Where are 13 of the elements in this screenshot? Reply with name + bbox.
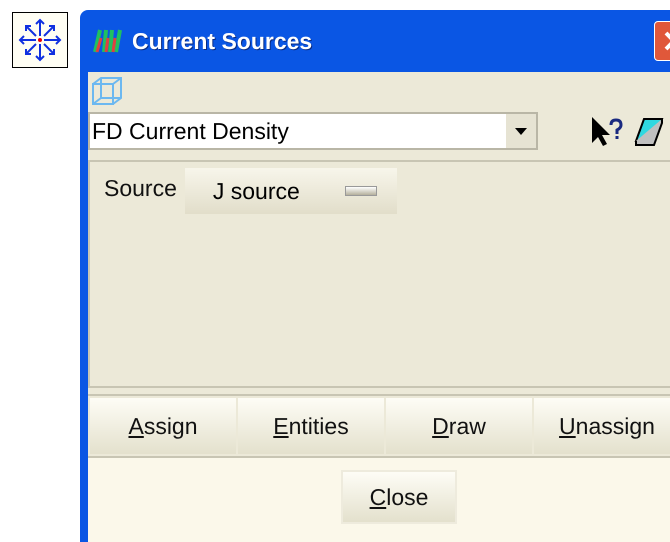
- move-icon[interactable]: [12, 12, 68, 68]
- book-icon[interactable]: [632, 115, 664, 147]
- source-option-menu[interactable]: J source: [184, 168, 397, 214]
- action-button[interactable]: Draw: [386, 398, 532, 454]
- close-button[interactable]: Close: [341, 470, 457, 524]
- help-pointer-icon[interactable]: [590, 115, 624, 147]
- action-button[interactable]: Assign: [90, 398, 236, 454]
- source-label: Source: [104, 174, 177, 203]
- action-button[interactable]: Entities: [238, 398, 384, 454]
- window-title: Current Sources: [132, 28, 312, 54]
- dropdown-arrow-icon[interactable]: [515, 128, 527, 134]
- action-button[interactable]: Unassign: [534, 398, 670, 454]
- type-dropdown[interactable]: FD Current Density: [88, 112, 538, 150]
